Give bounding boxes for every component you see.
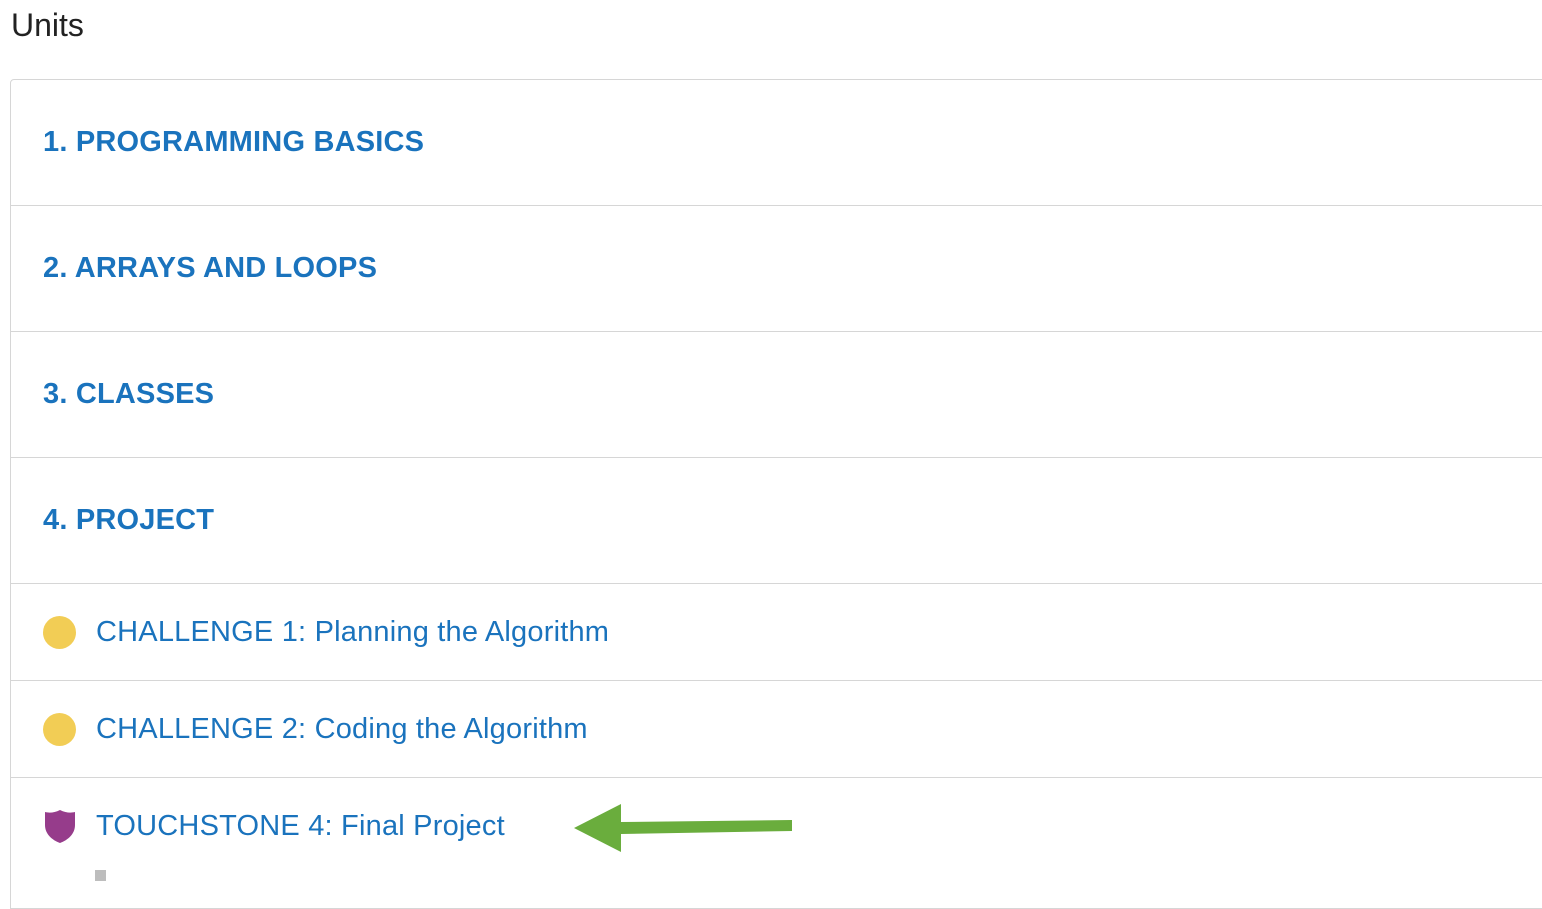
unit-row-arrays-and-loops[interactable]: 2. ARRAYS AND LOOPS: [11, 206, 1542, 332]
activity-label[interactable]: CHALLENGE 1: Planning the Algorithm: [96, 616, 609, 649]
progress-indicator: [95, 870, 106, 881]
unit-label[interactable]: 2. ARRAYS AND LOOPS: [43, 252, 377, 285]
units-list: 1. PROGRAMMING BASICS 2. ARRAYS AND LOOP…: [10, 79, 1542, 909]
activity-row-challenge-1[interactable]: CHALLENGE 1: Planning the Algorithm: [11, 584, 1542, 681]
unit-row-project[interactable]: 4. PROJECT: [11, 458, 1542, 584]
touchstone-link[interactable]: TOUCHSTONE 4: Final Project: [11, 778, 505, 874]
unit-row-classes[interactable]: 3. CLASSES: [11, 332, 1542, 458]
arrow-left-icon: [574, 804, 792, 852]
shield-icon: [43, 810, 76, 843]
unit-label[interactable]: 1. PROGRAMMING BASICS: [43, 126, 424, 159]
page-title: Units: [11, 7, 84, 43]
activity-label[interactable]: CHALLENGE 2: Coding the Algorithm: [96, 713, 588, 746]
unit-row-programming-basics[interactable]: 1. PROGRAMMING BASICS: [11, 80, 1542, 206]
circle-icon: [43, 712, 76, 746]
activity-label[interactable]: TOUCHSTONE 4: Final Project: [96, 810, 505, 843]
unit-label[interactable]: 3. CLASSES: [43, 378, 214, 411]
circle-icon: [43, 615, 76, 649]
activity-row-challenge-2[interactable]: CHALLENGE 2: Coding the Algorithm: [11, 681, 1542, 778]
unit-label[interactable]: 4. PROJECT: [43, 504, 214, 537]
